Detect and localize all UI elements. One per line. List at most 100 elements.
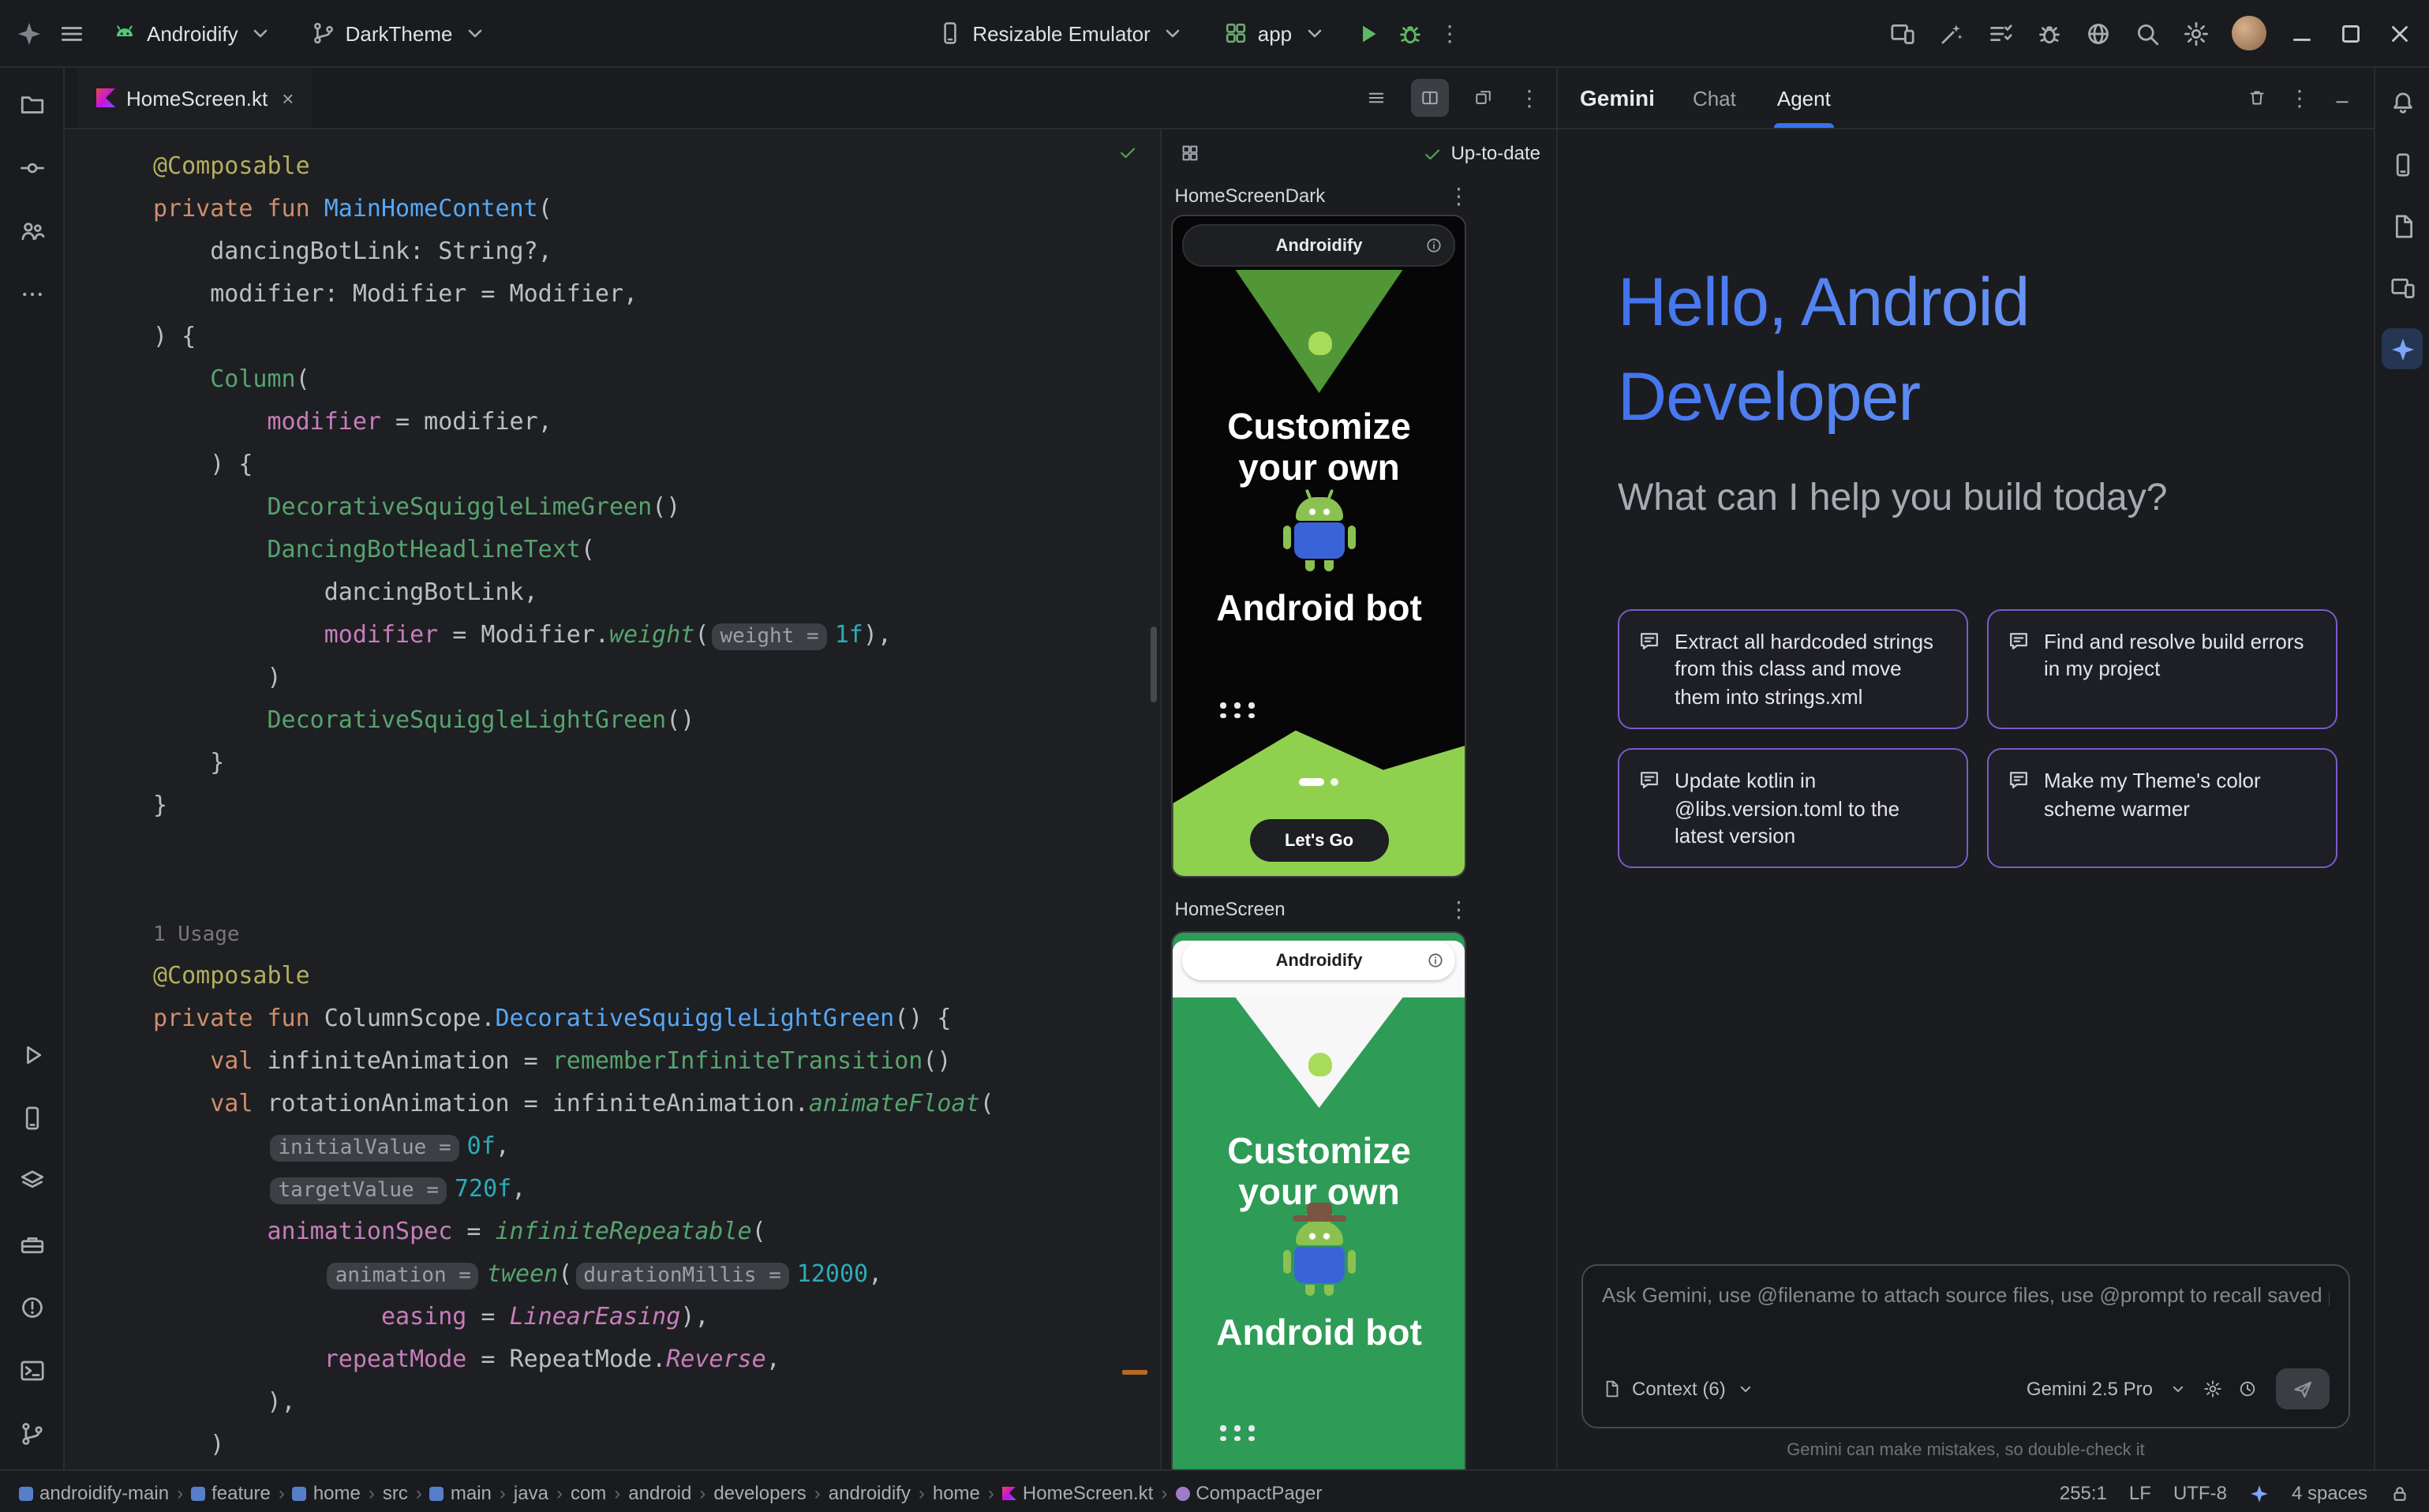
breadcrumb-item[interactable]: src [383,1482,408,1504]
code-line: @Composable [153,145,1161,188]
pull-requests-toolwindow-button[interactable] [9,208,54,253]
ai-assist-icon[interactable] [1938,20,1965,47]
code-view-button[interactable] [1357,79,1395,117]
preview-homescreen[interactable]: Androidify Customize your own [1172,931,1467,1469]
settings-icon[interactable] [2183,20,2210,47]
breadcrumb-item[interactable]: androidify [829,1482,911,1504]
dependencies-toolwindow-button[interactable] [9,1158,54,1203]
problems-toolwindow-button[interactable] [9,1285,54,1329]
breadcrumb-item[interactable]: CompactPager [1175,1482,1322,1504]
code-editor[interactable]: @Composableprivate fun MainHomeContent( … [65,129,1161,1466]
breadcrumb-item[interactable]: feature [191,1482,271,1504]
line-separator[interactable]: LF [2129,1482,2151,1504]
prompt-placeholder: Ask Gemini, use @filename to attach sour… [1602,1283,2330,1307]
split-view-button[interactable] [1411,79,1449,117]
project-selector[interactable]: Androidify [101,14,284,52]
more-actions-icon[interactable]: ⋮ [1439,22,1461,44]
network-icon[interactable] [2085,20,2112,47]
device-mirror-icon[interactable] [1889,20,1916,47]
more-toolwindows-button[interactable] [9,271,54,316]
code-line: modifier = modifier, [153,401,1161,443]
gemini-options-icon[interactable]: ⋮ [2289,87,2311,109]
indent-style[interactable]: 4 spaces [2292,1482,2367,1504]
breadcrumb-item[interactable]: java [514,1482,548,1504]
devices-toolwindow-button[interactable] [9,1095,54,1140]
breadcrumb-item[interactable]: androidify-main [19,1482,169,1504]
tab-close-icon[interactable]: × [282,86,294,110]
ai-status-icon[interactable] [2249,1483,2270,1503]
clear-chat-icon[interactable] [2247,88,2266,107]
build-toolwindow-button[interactable] [9,1222,54,1266]
prompt-settings-icon[interactable] [2203,1379,2222,1398]
app-insights-button[interactable] [2382,205,2423,246]
main-area: HomeScreen.kt × ⋮ @Composableprivate fun… [0,68,2429,1469]
editor-tab-homescreen[interactable]: HomeScreen.kt × [77,68,313,128]
editor-options-icon[interactable]: ⋮ [1518,87,1540,109]
preview-layout-icon[interactable] [1181,144,1200,163]
project-toolwindow-button[interactable] [9,82,54,126]
terminal-toolwindow-button[interactable] [9,1348,54,1392]
task-list-icon[interactable] [1987,20,2014,47]
breadcrumb-item[interactable]: android [628,1482,691,1504]
lets-go-button[interactable]: Let's Go [1250,819,1389,862]
window-close-button[interactable] [2386,20,2413,47]
send-button[interactable] [2276,1368,2330,1409]
prompt-history-icon[interactable] [2238,1379,2257,1398]
model-dropdown[interactable]: Gemini 2.5 Pro [2027,1378,2153,1400]
running-devices-button[interactable] [2382,144,2423,185]
vcs-branch-selector[interactable]: DarkTheme [300,14,499,52]
breadcrumb-item[interactable]: main [430,1482,492,1504]
code-line: repeatMode = RepeatMode.Reverse, [153,1338,1161,1381]
notifications-button[interactable] [2382,82,2423,123]
window-maximize-button[interactable] [2337,20,2364,47]
suggestion-card[interactable]: Make my Theme's color scheme warmer [1987,748,2337,868]
suggestion-card[interactable]: Extract all hardcoded strings from this … [1618,609,1968,729]
inspections-status-icon[interactable] [1118,142,1139,163]
file-encoding[interactable]: UTF-8 [2173,1482,2227,1504]
breadcrumb-item[interactable]: com [571,1482,606,1504]
bug-report-icon[interactable] [2036,20,2063,47]
preview-homescreendark[interactable]: Androidify Customize your own [1172,215,1467,878]
preview-options-icon[interactable]: ⋮ [1448,898,1470,920]
user-avatar[interactable] [2232,16,2266,51]
device-selector[interactable]: Resizable Emulator [926,14,1196,52]
context-dropdown[interactable]: Context (6) [1632,1378,1726,1400]
breadcrumb-item[interactable]: developers [713,1482,806,1504]
hide-panel-icon[interactable] [2333,88,2352,107]
run-button[interactable] [1353,20,1380,47]
commit-toolwindow-button[interactable] [9,145,54,189]
chevron-down-icon [462,21,487,46]
layout-inspector-button[interactable] [2382,267,2423,308]
code-line: modifier: Modifier = Modifier, [153,273,1161,316]
run-toolwindow-button[interactable] [9,1032,54,1076]
tab-chat[interactable]: Chat [1690,68,1739,128]
run-config-name: app [1258,21,1292,45]
code-line: dancingBotLink, [153,571,1161,614]
read-only-icon[interactable] [2390,1483,2410,1503]
gemini-prompt-input[interactable]: Ask Gemini, use @filename to attach sour… [1581,1264,2350,1428]
tab-agent[interactable]: Agent [1774,68,1834,128]
suggestion-card[interactable]: Find and resolve build errors in my proj… [1987,609,2337,729]
search-everywhere-icon[interactable] [2134,20,2161,47]
gemini-toolwindow-button[interactable] [2382,328,2423,369]
chevron-down-icon [1160,21,1185,46]
main-menu-icon[interactable] [58,20,85,47]
breadcrumb-item[interactable]: HomeScreen.kt [1002,1482,1153,1504]
code-line: @Composable [153,955,1161,997]
breadcrumb-item[interactable]: home [933,1482,980,1504]
caret-position[interactable]: 255:1 [2060,1482,2107,1504]
debug-button[interactable] [1396,20,1423,47]
version-control-toolwindow-button[interactable] [9,1411,54,1455]
preview-options-icon[interactable]: ⋮ [1448,185,1470,207]
gemini-disclaimer: Gemini can make mistakes, so double-chec… [1558,1428,2374,1469]
editor-scrollbar[interactable] [1151,627,1158,702]
design-view-button[interactable] [1465,79,1503,117]
breadcrumb-item[interactable]: home [293,1482,361,1504]
info-icon [1428,952,1445,969]
suggestion-card[interactable]: Update kotlin in @libs.version.toml to t… [1618,748,1968,868]
code-pane[interactable]: @Composableprivate fun MainHomeContent( … [65,129,1161,1469]
run-configuration-selector[interactable]: app [1212,14,1338,52]
window-minimize-button[interactable] [2289,20,2315,47]
git-branch-icon [311,21,336,46]
code-line: DecorativeSquiggleLightGreen() [153,699,1161,742]
